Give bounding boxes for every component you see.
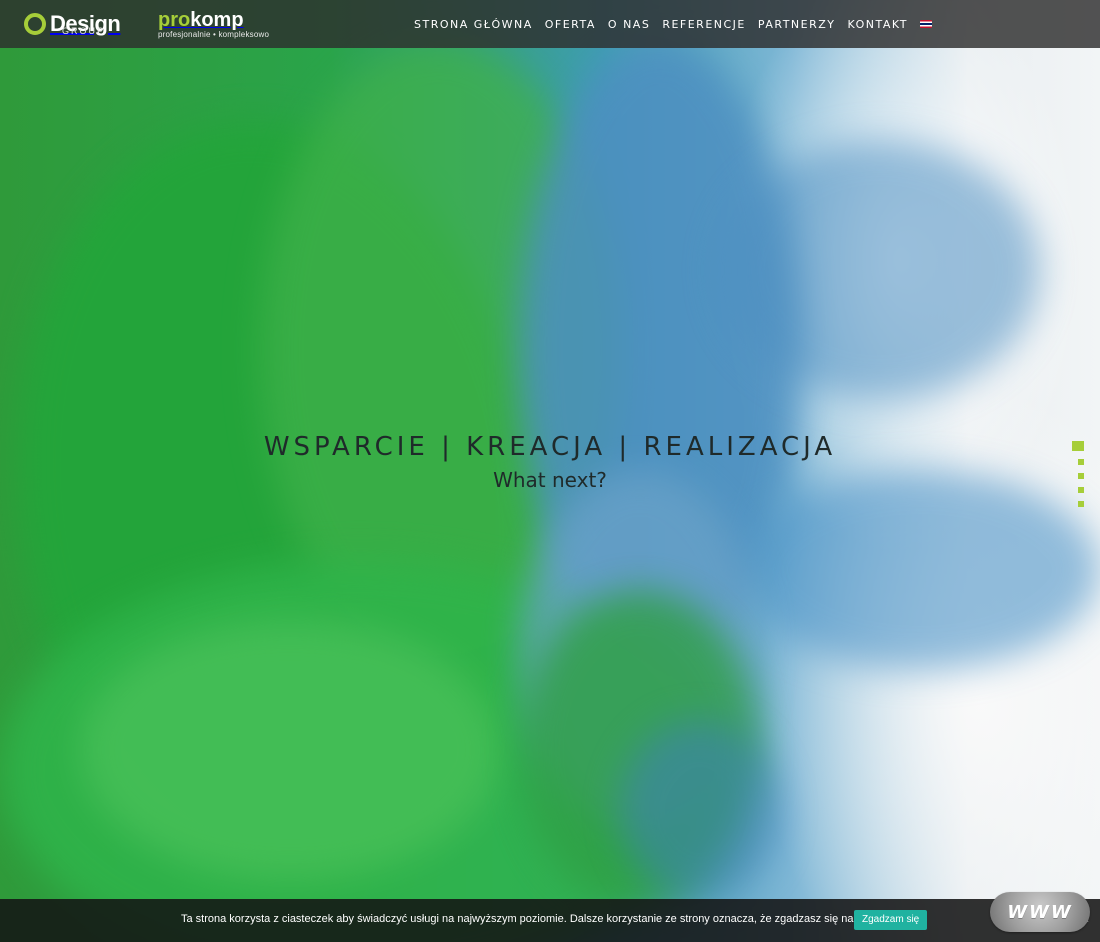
prokomp-tagline: profesjonalnie • kompleksowo — [158, 30, 270, 39]
ink-blob-green-highlight — [80, 620, 500, 880]
hero-headline: WSPARCIE | KREACJA | REALIZACJA What nex… — [0, 432, 1100, 492]
design-group-ring-icon — [24, 13, 46, 35]
cookie-bar: Ta strona korzysta z ciasteczek aby świa… — [0, 899, 1100, 942]
cookie-message: Ta strona korzysta z ciasteczek aby świa… — [181, 913, 908, 925]
nav-about[interactable]: O NAS — [608, 18, 650, 31]
nav-contact[interactable]: KONTAKT — [847, 18, 907, 31]
pager-dot-5[interactable] — [1078, 501, 1084, 507]
nav-home[interactable]: STRONA GŁÓWNA — [414, 18, 533, 31]
ink-blob-blue-low — [620, 720, 780, 900]
pager-dot-3[interactable] — [1078, 473, 1084, 479]
nav-references[interactable]: REFERENCJE — [662, 18, 746, 31]
pager-dot-1[interactable] — [1072, 441, 1084, 451]
ink-blob-blue-wisps — [720, 140, 1040, 400]
nav-offer[interactable]: OFERTA — [545, 18, 596, 31]
uk-flag-icon[interactable] — [919, 20, 932, 28]
www-badge-text: WWW — [1007, 901, 1073, 923]
hero-title: WSPARCIE | KREACJA | REALIZACJA — [263, 432, 837, 462]
design-group-logo-subtext: GROUP — [62, 26, 106, 36]
hero-subtitle: What next? — [493, 468, 607, 492]
pager-dot-4[interactable] — [1078, 487, 1084, 493]
nav-partners[interactable]: PARTNERZY — [758, 18, 836, 31]
pager-dot-2[interactable] — [1078, 459, 1084, 465]
top-navbar: Design GROUP prokomp profesjonalnie • ko… — [0, 0, 1100, 48]
prokomp-logo[interactable]: prokomp — [158, 9, 244, 32]
prokomp-logo-part2: komp — [190, 9, 244, 31]
main-nav: STRONA GŁÓWNA OFERTA O NAS REFERENCJE PA… — [414, 16, 932, 32]
prokomp-logo-part1: pro — [158, 9, 191, 31]
cookie-accept-button[interactable]: Zgadzam się — [854, 910, 928, 930]
www-badge[interactable]: WWW — [990, 892, 1090, 932]
ink-blob-blue-right — [740, 470, 1100, 670]
slide-pager — [1072, 441, 1084, 507]
